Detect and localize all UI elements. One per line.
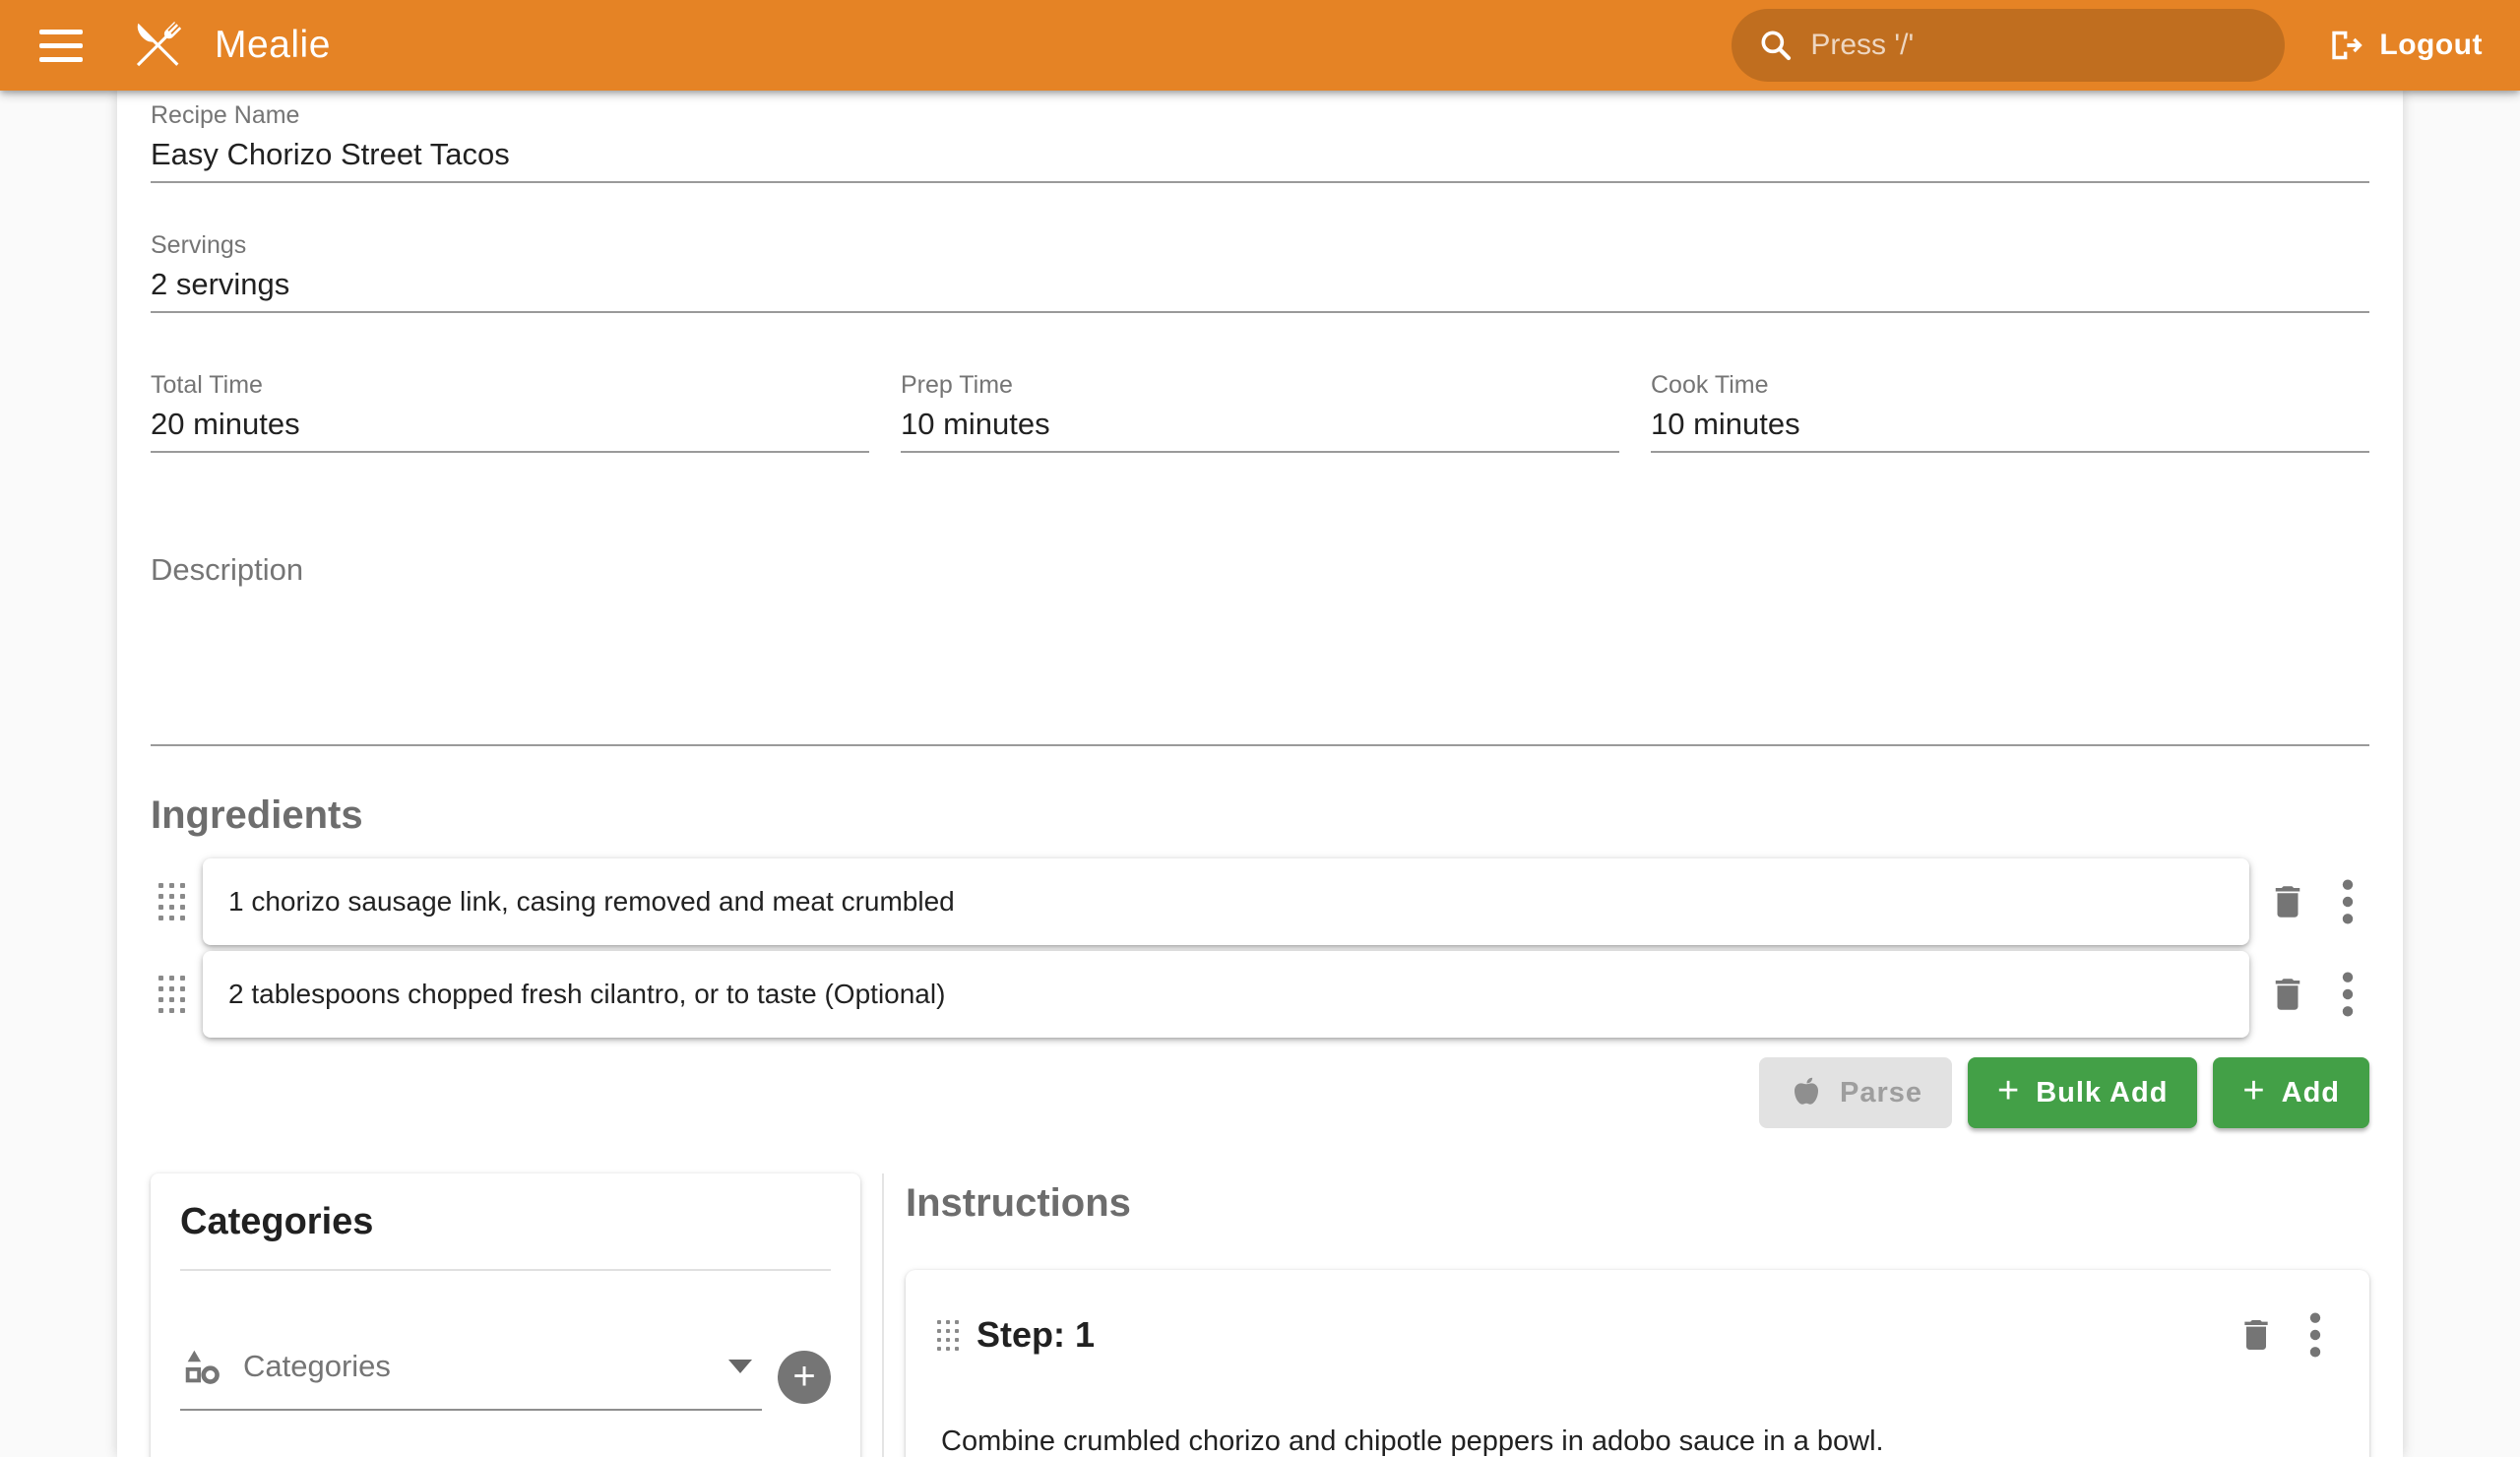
ingredients-actions: Parse + Bulk Add + Add (151, 1057, 2369, 1128)
trash-icon (2236, 1313, 2276, 1357)
ingredient-input[interactable] (228, 979, 2224, 1010)
mealie-utensils-logo-icon (124, 12, 191, 79)
logout-label: Logout (2379, 29, 2483, 62)
categories-card: Categories Categories + (151, 1173, 860, 1457)
drag-handle-icon[interactable] (937, 1320, 959, 1351)
drag-handle-icon[interactable] (158, 883, 185, 920)
step-menu-button[interactable] (2291, 1309, 2340, 1361)
step-title: Step: 1 (976, 1314, 1095, 1356)
prep-time-input[interactable] (901, 402, 1619, 447)
trash-icon (2267, 972, 2308, 1017)
servings-label: Servings (151, 228, 2369, 262)
divider (180, 1269, 831, 1271)
delete-ingredient-button[interactable] (2249, 879, 2326, 924)
logout-button[interactable]: Logout (2326, 27, 2483, 64)
servings-input[interactable] (151, 262, 2369, 307)
parse-button[interactable]: Parse (1759, 1057, 1952, 1128)
cook-time-field: Cook Time (1651, 368, 2369, 453)
recipe-editor-sheet: Recipe Name Servings Total Time Prep Tim… (117, 91, 2403, 1457)
categories-select-row: Categories + (180, 1344, 831, 1411)
prep-time-label: Prep Time (901, 368, 1619, 402)
step-header: Step: 1 (925, 1309, 2340, 1361)
app-bar: Mealie Press '/' Logout (0, 0, 2520, 91)
apple-icon (1789, 1075, 1824, 1110)
search-icon (1757, 27, 1795, 64)
chevron-down-icon (728, 1360, 752, 1373)
app-title: Mealie (215, 24, 331, 67)
servings-field: Servings (151, 228, 2369, 313)
add-label: Add (2282, 1077, 2340, 1109)
step-text[interactable]: Combine crumbled chorizo and chipotle pe… (941, 1422, 2340, 1457)
delete-ingredient-button[interactable] (2249, 972, 2326, 1017)
ingredient-menu-button[interactable] (2326, 876, 2369, 927)
logout-icon (2326, 27, 2363, 64)
instructions-heading: Instructions (906, 1179, 2369, 1227)
cook-time-input[interactable] (1651, 402, 2369, 447)
trash-icon (2267, 879, 2308, 924)
ingredient-row (151, 858, 2369, 945)
hamburger-menu-icon[interactable] (39, 20, 91, 71)
plus-icon: + (1997, 1072, 2020, 1109)
add-ingredient-button[interactable]: + Add (2213, 1057, 2369, 1128)
categories-select[interactable]: Categories (180, 1344, 762, 1411)
drag-handle-icon[interactable] (158, 976, 185, 1013)
bulk-add-label: Bulk Add (2036, 1077, 2168, 1109)
search-input[interactable]: Press '/' (1732, 9, 2285, 82)
bottom-section: Categories Categories + (151, 1173, 2369, 1457)
ingredient-card (203, 858, 2249, 945)
instructions-column: Instructions Step: 1 (884, 1173, 2369, 1457)
recipe-name-label: Recipe Name (151, 98, 2369, 132)
ingredient-input[interactable] (228, 886, 2224, 918)
shapes-icon (180, 1344, 225, 1389)
total-time-field: Total Time (151, 368, 869, 453)
plus-icon: + (2242, 1072, 2265, 1109)
cook-time-label: Cook Time (1651, 368, 2369, 402)
add-category-button[interactable]: + (778, 1351, 831, 1404)
description-textarea[interactable] (151, 549, 2369, 744)
instruction-step-card: Step: 1 Combine crumbled chorizo and chi… (906, 1270, 2369, 1457)
kebab-menu-icon (2308, 1309, 2322, 1361)
ingredient-row (151, 951, 2369, 1038)
ingredients-list (151, 858, 2369, 1038)
plus-icon: + (792, 1357, 815, 1396)
categories-select-placeholder: Categories (243, 1349, 728, 1384)
categories-column: Categories Categories + (151, 1173, 884, 1457)
description-field (151, 549, 2369, 746)
total-time-label: Total Time (151, 368, 869, 402)
prep-time-field: Prep Time (901, 368, 1619, 453)
search-placeholder: Press '/' (1810, 29, 1914, 62)
times-row: Total Time Prep Time Cook Time (151, 368, 2369, 453)
ingredient-card (203, 951, 2249, 1038)
ingredients-heading: Ingredients (151, 792, 2369, 839)
delete-step-button[interactable] (2222, 1313, 2291, 1357)
recipe-name-field: Recipe Name (151, 98, 2369, 183)
ingredient-menu-button[interactable] (2326, 969, 2369, 1020)
parse-label: Parse (1840, 1077, 1922, 1109)
bulk-add-button[interactable]: + Bulk Add (1968, 1057, 2197, 1128)
kebab-menu-icon (2341, 876, 2355, 927)
categories-title: Categories (180, 1201, 831, 1243)
total-time-input[interactable] (151, 402, 869, 447)
recipe-name-input[interactable] (151, 132, 2369, 177)
kebab-menu-icon (2341, 969, 2355, 1020)
